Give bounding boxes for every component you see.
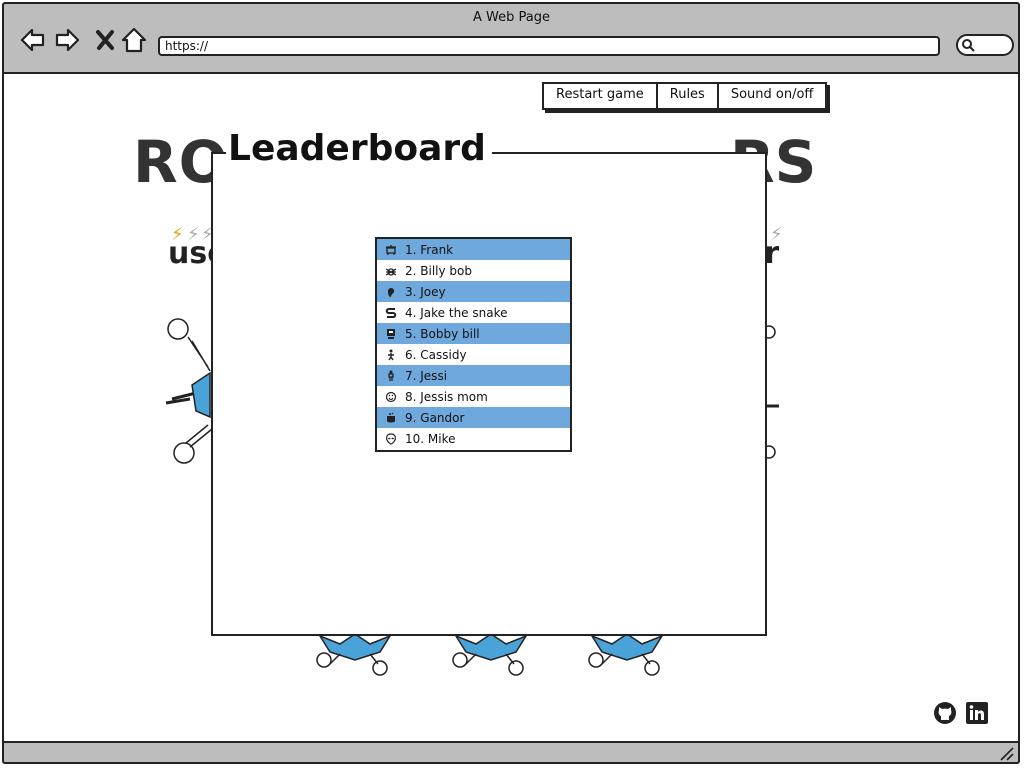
- browser-window: A Web Page https:// RO RS ⚡ ⚡ ⚡ ⚡ use er: [0, 0, 1024, 768]
- window-border: [2, 2, 1020, 764]
